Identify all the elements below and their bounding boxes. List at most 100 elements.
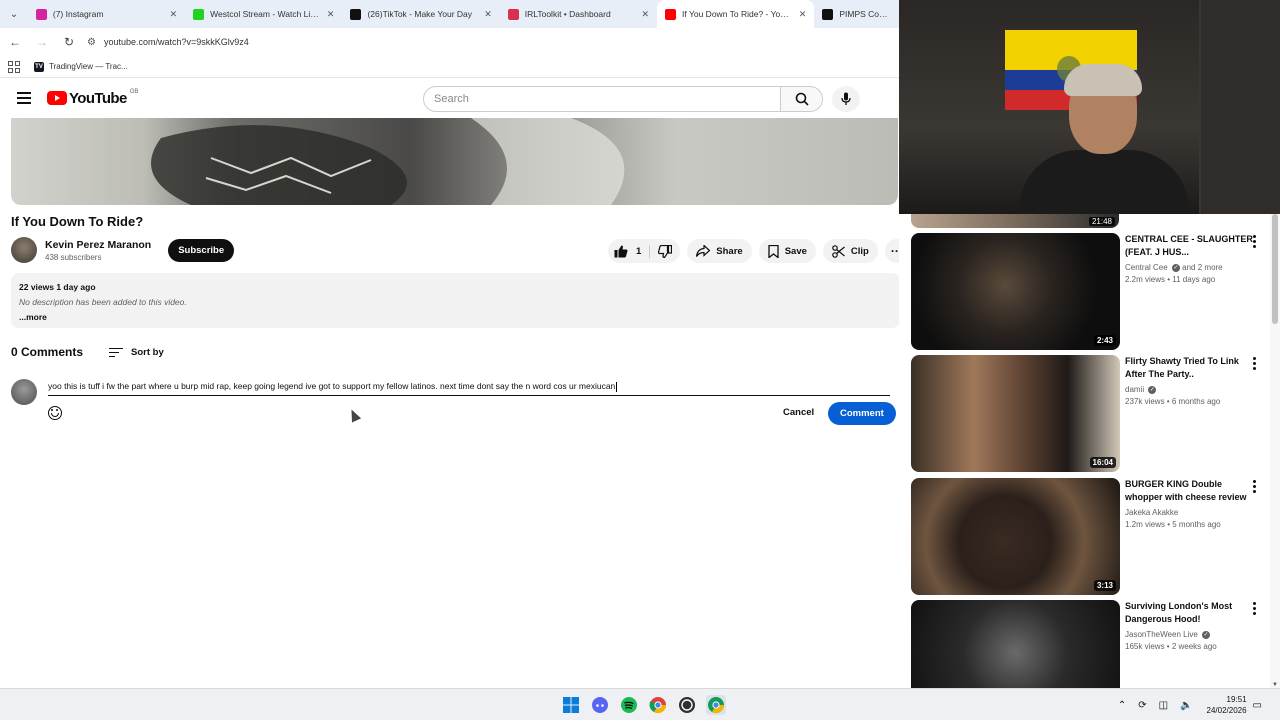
tab-title: Westcol Stream - Watch Live on Kick [210, 9, 321, 19]
close-tab-icon[interactable]: ✕ [799, 9, 807, 20]
recommendation-channel[interactable]: Jakeka Akakke [1125, 508, 1255, 517]
like-button[interactable]: 1 [608, 244, 651, 258]
recommendation-title[interactable]: BURGER KING Double whopper with cheese r… [1125, 478, 1255, 504]
clip-label: Clip [850, 245, 869, 257]
region-code: GB [129, 89, 139, 95]
tab-title: PIMPS Community [839, 9, 892, 19]
tab-irltoolkit[interactable]: IRLToolkit • Dashboard ✕ [500, 0, 657, 28]
tab-title: (26)TikTok - Make Your Day [367, 9, 473, 19]
tab-instagram[interactable]: (7) Instagram ✕ [28, 0, 185, 28]
thumbs-down-icon [658, 244, 673, 258]
channel-avatar[interactable] [11, 237, 37, 263]
save-label: Save [784, 245, 807, 257]
bookmark-icon [768, 244, 779, 258]
page-scrollbar[interactable]: ▼ [1270, 214, 1280, 688]
cancel-button[interactable]: Cancel [776, 402, 821, 423]
voice-search-button[interactable] [832, 86, 860, 112]
tab-youtube[interactable]: If You Down To Ride? - YouTube ✕ [657, 0, 815, 28]
description-text: No description has been added to this vi… [19, 297, 187, 307]
sync-icon[interactable]: ⟳ [1138, 700, 1146, 711]
tab-strip: ⌄ (7) Instagram ✕ Westcol Stream - Watch… [0, 0, 900, 28]
more-options-icon[interactable] [1253, 357, 1257, 372]
chrome-icon-secondary[interactable] [705, 695, 726, 715]
network-icon[interactable]: ◫ [1159, 700, 1168, 711]
channel-name[interactable]: Kevin Perez Maranon [45, 239, 151, 251]
show-more-link[interactable]: ...more [19, 312, 892, 322]
url-field[interactable]: ⚙ youtube.com/watch?v=9skkKGlv9z4 [87, 31, 900, 53]
clip-button[interactable]: Clip [822, 239, 878, 263]
video-duration: 21:48 [1088, 217, 1115, 226]
recommendation-channel[interactable]: damii ✓ [1125, 385, 1255, 394]
text-caret [616, 381, 618, 392]
close-tab-icon[interactable]: ✕ [484, 9, 492, 20]
chrome-icon[interactable] [648, 695, 668, 715]
more-options-icon[interactable] [1253, 480, 1257, 495]
share-button[interactable]: Share [687, 239, 752, 263]
sort-label: Sort by [131, 346, 164, 358]
channel-row: Kevin Perez Maranon 438 subscribers Subs… [11, 237, 235, 263]
menu-icon[interactable] [17, 89, 31, 107]
volume-icon[interactable]: 🔈 [1180, 700, 1192, 711]
more-options-icon[interactable] [1253, 235, 1257, 250]
verified-icon: ✓ [1171, 263, 1180, 272]
chevron-up-icon[interactable]: ⌃ [1118, 700, 1126, 711]
description-box[interactable]: 22 views 1 day ago No description has be… [11, 273, 900, 328]
microphone-icon [841, 92, 851, 105]
recommendation-channel[interactable]: Central Cee ✓ and 2 more [1125, 263, 1255, 272]
scrollbar-thumb[interactable] [1272, 214, 1278, 324]
dislike-button[interactable] [650, 244, 680, 258]
apps-grid-icon[interactable] [8, 60, 20, 73]
youtube-logo[interactable]: YouTube GB [47, 89, 139, 107]
video-thumbnail[interactable] [911, 600, 1120, 688]
webcam-overlay [899, 0, 1280, 214]
search-button[interactable] [781, 86, 823, 112]
reload-icon[interactable]: ↻ [57, 35, 81, 49]
close-tab-icon[interactable]: ✕ [327, 9, 335, 20]
video-player[interactable] [11, 118, 898, 205]
obs-icon[interactable] [677, 695, 697, 715]
close-tab-icon[interactable]: ✕ [170, 9, 178, 20]
more-options-icon[interactable] [1253, 602, 1257, 617]
verified-icon: ✓ [1148, 385, 1157, 394]
recommendation-item[interactable]: 3:13 BURGER KING Double whopper with che… [911, 478, 1271, 596]
recommendation-item[interactable]: 16:04 Flirty Shawty Tried To Link After … [911, 355, 1271, 473]
video-thumbnail[interactable]: 2:43 [911, 233, 1120, 350]
thumbs-up-icon [614, 245, 628, 257]
recommendation-title[interactable]: Surviving London's Most Dangerous Hood! [1125, 600, 1255, 626]
recommendation-title[interactable]: Flirty Shawty Tried To Link After The Pa… [1125, 355, 1255, 381]
tab-tiktok[interactable]: (26)TikTok - Make Your Day ✕ [342, 0, 499, 28]
comment-submit-button[interactable]: Comment [828, 402, 896, 425]
subscribe-button[interactable]: Subscribe [168, 238, 235, 262]
video-thumbnail[interactable]: 3:13 [911, 478, 1120, 595]
recommendation-title[interactable]: CENTRAL CEE - SLAUGHTER (FEAT. J HUS... [1125, 233, 1255, 259]
recommendation-item[interactable]: 2:43 CENTRAL CEE - SLAUGHTER (FEAT. J HU… [911, 233, 1271, 351]
partial-video-thumbnail[interactable]: 21:48 [911, 214, 1119, 228]
clock[interactable]: 19:51 24/02/2026 [1207, 694, 1247, 716]
mouse-pointer-icon [346, 407, 362, 423]
tab-x[interactable]: PIMPS Community [814, 0, 900, 28]
save-button[interactable]: Save [758, 239, 816, 263]
video-thumbnail[interactable]: 16:04 [911, 355, 1120, 472]
bookmark-tradingview[interactable]: TradingView — Trac... [49, 62, 128, 71]
spotify-icon[interactable] [619, 695, 639, 715]
view-stats: 22 views 1 day ago [19, 282, 96, 292]
notifications-icon[interactable]: ▭ [1253, 700, 1262, 711]
site-info-icon[interactable]: ⚙ [87, 37, 96, 48]
sort-by-button[interactable]: Sort by [109, 345, 164, 360]
discord-icon[interactable] [590, 695, 610, 715]
verified-icon: ✓ [1202, 630, 1211, 639]
tab-kick[interactable]: Westcol Stream - Watch Live on Kick ✕ [185, 0, 342, 28]
search-icon [795, 92, 809, 106]
close-tab-icon[interactable]: ✕ [642, 9, 650, 20]
comments-header: 0 Comments Sort by [11, 345, 164, 360]
back-arrow-icon[interactable]: ← [3, 35, 27, 49]
video-actions: 1 Share Save Clip ··· [608, 239, 909, 263]
comment-input[interactable]: yoo this is tuff i fw the part where u b… [48, 379, 890, 396]
emoji-icon[interactable] [48, 406, 62, 420]
recommendation-channel[interactable]: JasonTheWeen Live ✓ [1125, 630, 1255, 639]
search-input[interactable]: Search [423, 86, 781, 112]
windows-start-icon[interactable] [561, 695, 581, 715]
forward-arrow-icon[interactable]: → [30, 35, 54, 49]
tab-search-chevron-icon[interactable]: ⌄ [0, 0, 28, 28]
tab-title: (7) Instagram [52, 9, 104, 19]
